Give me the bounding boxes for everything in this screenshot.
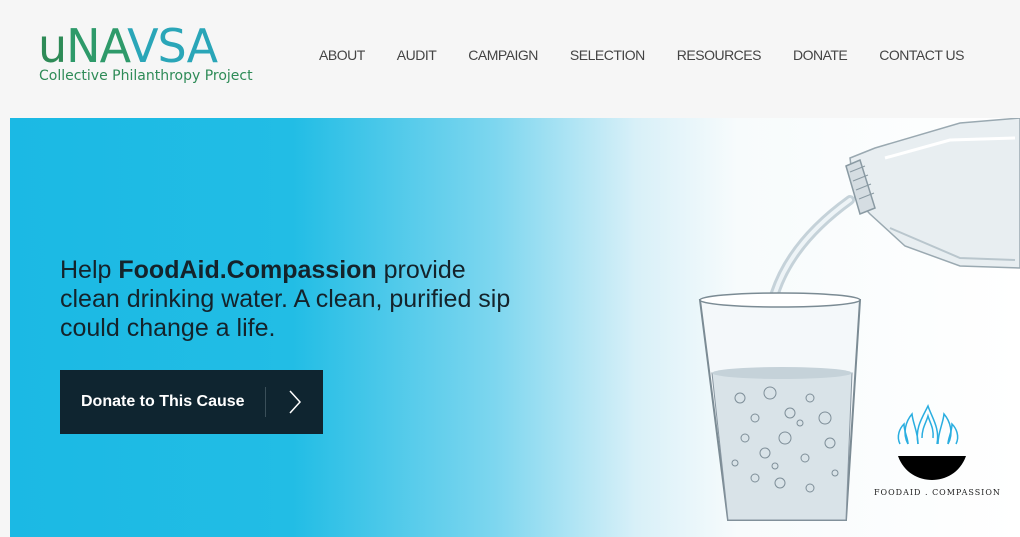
- donate-cause-button[interactable]: Donate to This Cause: [60, 370, 323, 434]
- hero-org-name: FoodAid.Compassion: [118, 256, 377, 284]
- water-pour-image: [698, 118, 1020, 521]
- nav-item-donate[interactable]: DONATE: [793, 47, 848, 63]
- nav-item-resources[interactable]: RESOURCES: [677, 47, 762, 63]
- hero-headline: Help FoodAid.Compassion provide clean dr…: [60, 256, 511, 342]
- donate-button-label: Donate to This Cause: [81, 393, 245, 410]
- site-header: uNAVSA Collective Philanthropy Project A…: [0, 0, 1020, 118]
- nav-item-selection[interactable]: SELECTION: [570, 47, 645, 63]
- hero-banner: Help FoodAid.Compassion provide clean dr…: [10, 118, 1020, 537]
- site-logo[interactable]: uNAVSA Collective Philanthropy Project: [38, 20, 253, 84]
- nav-item-contact-us[interactable]: CONTACT US: [879, 47, 964, 63]
- main-nav: ABOUT AUDIT CAMPAIGN SELECTION RESOURCES…: [287, 47, 964, 63]
- nav-item-about[interactable]: ABOUT: [319, 47, 365, 63]
- nav-item-campaign[interactable]: CAMPAIGN: [468, 47, 538, 63]
- logo-wordmark: uNAVSA: [38, 19, 218, 73]
- chevron-right-icon: [266, 389, 323, 415]
- lotus-flame-bowl-icon: [897, 404, 966, 480]
- logo-tagline: Collective Philanthropy Project: [39, 68, 253, 84]
- nav-item-audit[interactable]: AUDIT: [397, 47, 437, 63]
- brand-label: FOODAID . COMPASSION: [874, 488, 1001, 497]
